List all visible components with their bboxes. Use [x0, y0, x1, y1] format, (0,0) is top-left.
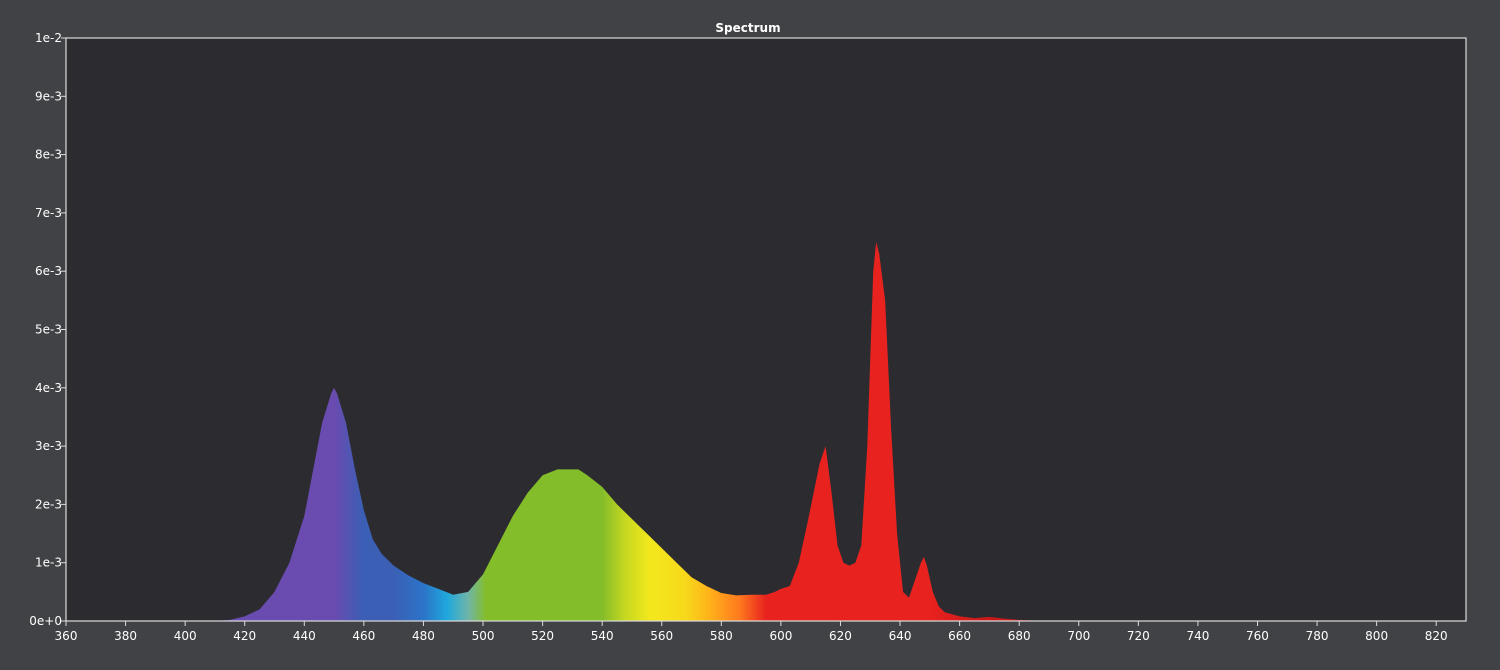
x-tick-label: 600 [769, 629, 792, 643]
x-tick-label: 680 [1008, 629, 1031, 643]
y-tick-label: 4e-3 [35, 381, 62, 395]
x-axis-ticks: 360 380 400 420 440 460 480 500 520 540 560 580 600 6… [55, 621, 1448, 643]
x-tick-label: 380 [114, 629, 137, 643]
x-tick-label: 520 [531, 629, 554, 643]
x-tick-label: 480 [412, 629, 435, 643]
x-tick-label: 820 [1425, 629, 1448, 643]
x-tick-label: 760 [1246, 629, 1269, 643]
x-tick-label: 740 [1186, 629, 1209, 643]
x-tick-label: 640 [889, 629, 912, 643]
x-tick-label: 660 [948, 629, 971, 643]
x-tick-label: 780 [1306, 629, 1329, 643]
x-tick-label: 540 [591, 629, 614, 643]
x-tick-label: 360 [55, 629, 78, 643]
x-tick-label: 620 [829, 629, 852, 643]
spectrum-chart: 360 380 400 420 440 460 480 500 520 540 560 580 600 6… [0, 0, 1500, 666]
y-tick-label: 3e-3 [35, 439, 62, 453]
y-tick-label: 7e-3 [35, 206, 62, 220]
x-tick-label: 420 [233, 629, 256, 643]
x-tick-label: 500 [472, 629, 495, 643]
chart-title: Spectrum [715, 21, 780, 35]
y-tick-label: 2e-3 [35, 497, 62, 511]
x-tick-label: 560 [650, 629, 673, 643]
x-tick-label: 700 [1067, 629, 1090, 643]
y-tick-label: 5e-3 [35, 323, 62, 337]
plot-area [66, 38, 1466, 621]
y-axis-ticks: 0e+0 1e-3 2e-3 3e-3 4e-3 5e-3 6e-3 7e-3 8e-3 9e-3… [29, 31, 66, 628]
x-tick-label: 460 [352, 629, 375, 643]
x-tick-label: 720 [1127, 629, 1150, 643]
y-tick-label: 1e-2 [35, 31, 62, 45]
x-tick-label: 580 [710, 629, 733, 643]
y-tick-label: 1e-3 [35, 556, 62, 570]
x-tick-label: 800 [1365, 629, 1388, 643]
chart-svg: 360 380 400 420 440 460 480 500 520 540 560 580 600 6… [29, 21, 1467, 643]
y-tick-label: 9e-3 [35, 89, 62, 103]
y-tick-label: 0e+0 [29, 614, 62, 628]
x-tick-label: 440 [293, 629, 316, 643]
x-tick-label: 400 [174, 629, 197, 643]
y-tick-label: 6e-3 [35, 264, 62, 278]
y-tick-label: 8e-3 [35, 148, 62, 162]
